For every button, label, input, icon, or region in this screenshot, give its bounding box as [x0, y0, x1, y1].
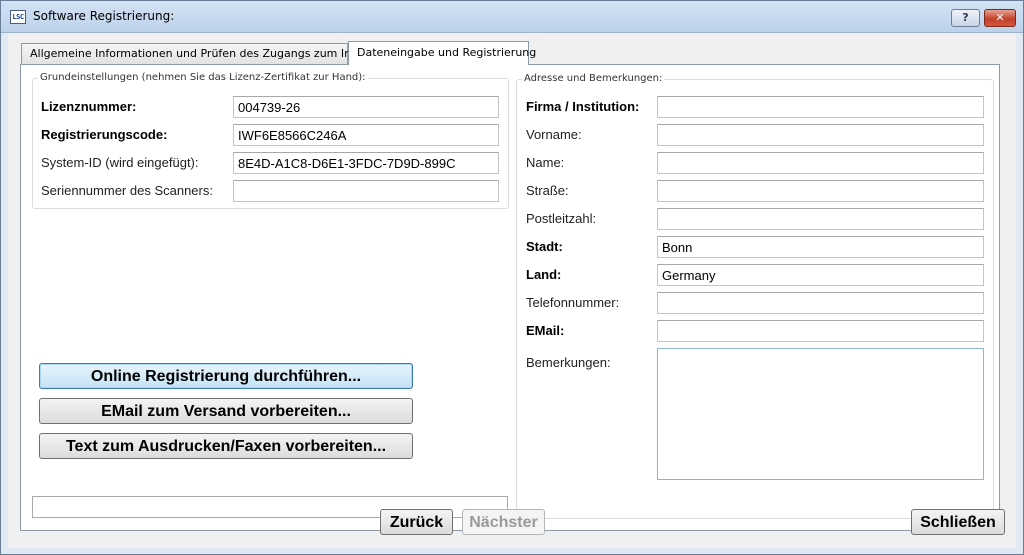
tab-data-entry[interactable]: Dateneingabe und Registrierung — [348, 41, 536, 65]
next-button[interactable]: Nächster — [462, 509, 545, 535]
scanner-serial-label: Seriennummer des Scanners: — [41, 183, 213, 198]
street-label: Straße: — [526, 183, 569, 198]
email-label: EMail: — [526, 323, 565, 338]
street-input[interactable] — [657, 180, 984, 202]
basic-settings-title: Grundeinstellungen (nehmen Sie das Lizen… — [38, 72, 368, 83]
dialog-client-area: Allgemeine Informationen und Prüfen des … — [8, 33, 1016, 548]
remarks-label: Bemerkungen: — [526, 355, 611, 370]
country-input[interactable] — [657, 264, 984, 286]
help-button[interactable]: ? — [951, 9, 980, 27]
email-prepare-button[interactable]: EMail zum Versand vorbereiten... — [39, 398, 413, 424]
print-fax-prepare-button[interactable]: Text zum Ausdrucken/Faxen vorbereiten... — [39, 433, 413, 459]
city-label: Stadt: — [526, 239, 563, 254]
tab-general-info[interactable]: Allgemeine Informationen und Prüfen des … — [21, 43, 385, 64]
close-window-button[interactable]: ✕ — [984, 9, 1016, 27]
last-name-input[interactable] — [657, 152, 984, 174]
first-name-label: Vorname: — [526, 127, 582, 142]
country-label: Land: — [526, 267, 562, 282]
window-title: Software Registrierung: — [33, 9, 175, 23]
registration-window: LSC Software Registrierung: ? ✕ Allgemei… — [0, 0, 1024, 555]
registration-code-input[interactable] — [233, 124, 499, 146]
tab-panel-data-entry: Grundeinstellungen (nehmen Sie das Lizen… — [20, 64, 1000, 531]
license-number-input[interactable] — [233, 96, 499, 118]
back-button[interactable]: Zurück — [380, 509, 453, 535]
phone-input[interactable] — [657, 292, 984, 314]
license-number-label: Lizenznummer: — [41, 99, 137, 114]
city-input[interactable] — [657, 236, 984, 258]
company-input[interactable] — [657, 96, 984, 118]
remarks-textarea[interactable] — [657, 348, 984, 480]
last-name-label: Name: — [526, 155, 565, 170]
online-register-button[interactable]: Online Registrierung durchführen... — [39, 363, 413, 389]
phone-label: Telefonnummer: — [526, 295, 620, 310]
email-input[interactable] — [657, 320, 984, 342]
system-id-input[interactable] — [233, 152, 499, 174]
title-bar[interactable]: LSC Software Registrierung: ? ✕ — [1, 1, 1023, 33]
app-icon: LSC — [10, 10, 26, 24]
scanner-serial-input[interactable] — [233, 180, 499, 202]
postal-code-label: Postleitzahl: — [526, 211, 597, 226]
address-group-title: Adresse und Bemerkungen: — [522, 73, 665, 84]
first-name-input[interactable] — [657, 124, 984, 146]
close-button[interactable]: Schließen — [911, 509, 1005, 535]
company-label: Firma / Institution: — [526, 99, 640, 114]
system-id-label: System-ID (wird eingefügt): — [41, 155, 199, 170]
registration-code-label: Registrierungscode: — [41, 127, 168, 142]
postal-code-input[interactable] — [657, 208, 984, 230]
